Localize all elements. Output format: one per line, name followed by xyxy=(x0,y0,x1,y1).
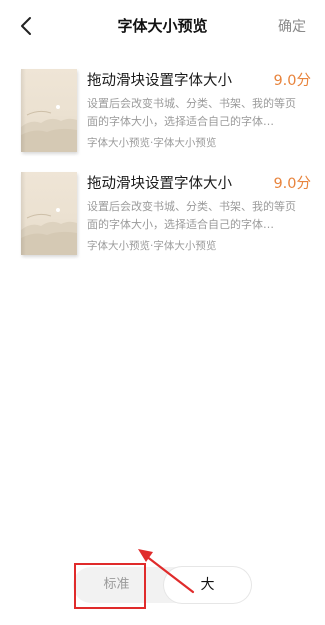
book-description: 设置后会改变书城、分类、书架、我的等页面的字体大小，选择适合自己的字体… xyxy=(87,97,296,128)
page-title: 字体大小预览 xyxy=(117,17,208,35)
confirm-button[interactable]: 确定 xyxy=(278,16,306,36)
book-item[interactable]: 拖动滑块设置字体大小 9.0分 设置后会改变书城、分类、书架、我的等页面的字体大… xyxy=(21,69,311,155)
top-bar: 字体大小预览 确定 xyxy=(0,0,325,52)
book-meta: 字体大小预览·字体大小预览 xyxy=(87,137,217,149)
book-score: 9.0分 xyxy=(273,176,311,192)
landscape-illustration xyxy=(21,208,77,255)
landscape-illustration xyxy=(21,105,77,152)
book-title: 拖动滑块设置字体大小 xyxy=(87,73,232,89)
book-cover xyxy=(21,69,77,152)
font-size-option-large[interactable]: 大 xyxy=(164,567,251,603)
annotation-highlight-box xyxy=(74,563,146,609)
book-cover xyxy=(21,172,77,255)
book-score: 9.0分 xyxy=(273,73,311,89)
book-description: 设置后会改变书城、分类、书架、我的等页面的字体大小，选择适合自己的字体… xyxy=(87,200,296,231)
book-meta: 字体大小预览·字体大小预览 xyxy=(87,240,217,252)
book-item[interactable]: 拖动滑块设置字体大小 9.0分 设置后会改变书城、分类、书架、我的等页面的字体大… xyxy=(21,172,311,258)
book-title: 拖动滑块设置字体大小 xyxy=(87,176,232,192)
